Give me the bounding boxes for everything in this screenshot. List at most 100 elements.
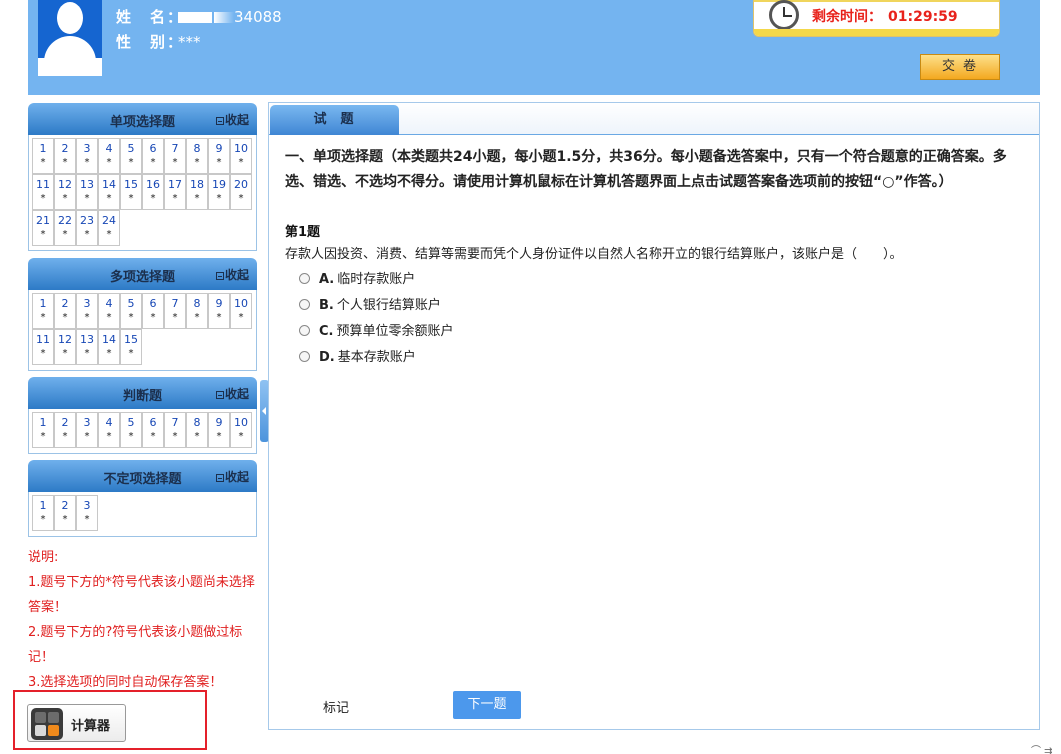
question-cell[interactable]: 20 * <box>230 174 252 210</box>
next-question-button[interactable]: 下一题 <box>453 691 521 719</box>
question-cell-number: 10 <box>234 416 248 429</box>
question-cell[interactable]: 1 * <box>32 293 54 329</box>
question-cell[interactable]: 9 * <box>208 293 230 329</box>
question-grid: 1 * 2 * 3 * <box>32 495 253 531</box>
question-cell-status: * <box>128 312 134 323</box>
question-cell-status: * <box>106 229 112 240</box>
minus-box-icon <box>215 473 224 482</box>
question-cell[interactable]: 2 * <box>54 412 76 448</box>
question-cell[interactable]: 15 * <box>120 174 142 210</box>
question-cell-status: * <box>150 157 156 168</box>
question-cell[interactable]: 11 * <box>32 329 54 365</box>
question-cell-number: 12 <box>58 333 72 346</box>
question-cell[interactable]: 3 * <box>76 412 98 448</box>
header-bar: 姓 名： 34088 性 别：*** 剩余时间： 01:29:59 交卷 <box>28 0 1040 95</box>
collapse-button[interactable]: 收起 <box>215 111 249 128</box>
question-cell[interactable]: 3 * <box>76 138 98 174</box>
collapse-button[interactable]: 收起 <box>215 468 249 485</box>
question-cell-number: 18 <box>190 178 204 191</box>
question-cell[interactable]: 5 * <box>120 293 142 329</box>
question-cell[interactable]: 8 * <box>186 412 208 448</box>
question-cell[interactable]: 6 * <box>142 412 164 448</box>
question-cell-number: 9 <box>215 142 223 155</box>
radio-icon[interactable] <box>299 325 310 336</box>
mark-question-button[interactable]: 标记 <box>323 697 349 716</box>
question-cell[interactable]: 7 * <box>164 138 186 174</box>
question-cell[interactable]: 24 * <box>98 210 120 246</box>
question-cell-number: 5 <box>127 142 135 155</box>
question-cell-status: * <box>194 157 200 168</box>
question-cell-status: * <box>62 514 68 525</box>
question-cell[interactable]: 5 * <box>120 138 142 174</box>
question-cell[interactable]: 6 * <box>142 293 164 329</box>
question-cell[interactable]: 13 * <box>76 329 98 365</box>
question-cell[interactable]: 10 * <box>230 412 252 448</box>
collapse-button[interactable]: 收起 <box>215 266 249 283</box>
question-cell[interactable]: 4 * <box>98 412 120 448</box>
minus-box-icon <box>215 271 224 280</box>
question-cell[interactable]: 8 * <box>186 138 208 174</box>
question-cell-number: 21 <box>36 214 50 227</box>
question-cell[interactable]: 5 * <box>120 412 142 448</box>
avatar <box>38 0 102 76</box>
question-cell[interactable]: 15 * <box>120 329 142 365</box>
panel-true-false: 判断题 收起 1 * 2 * 3 * 4 * 5 * 6 * 7 * 8 * 9 * 10 * <box>28 377 257 454</box>
question-cell[interactable]: 1 * <box>32 495 54 531</box>
name-value: 34088 <box>234 8 282 26</box>
minus-box-icon <box>215 390 224 399</box>
calculator-icon <box>31 708 63 740</box>
question-cell-number: 3 <box>83 297 91 310</box>
question-cell[interactable]: 7 * <box>164 412 186 448</box>
question-cell[interactable]: 19 * <box>208 174 230 210</box>
question-cell[interactable]: 3 * <box>76 495 98 531</box>
question-cell[interactable]: 1 * <box>32 138 54 174</box>
question-cell-status: * <box>150 193 156 204</box>
question-cell-number: 7 <box>171 416 179 429</box>
question-cell[interactable]: 17 * <box>164 174 186 210</box>
question-cell-status: * <box>62 348 68 359</box>
option-c[interactable]: C. 预算单位零余额账户 <box>299 320 454 339</box>
question-cell[interactable]: 7 * <box>164 293 186 329</box>
question-cell[interactable]: 9 * <box>208 412 230 448</box>
question-cell[interactable]: 2 * <box>54 495 76 531</box>
question-cell[interactable]: 13 * <box>76 174 98 210</box>
question-cell[interactable]: 22 * <box>54 210 76 246</box>
option-b[interactable]: B. 个人银行结算账户 <box>299 294 441 313</box>
question-cell[interactable]: 1 * <box>32 412 54 448</box>
question-cell[interactable]: 11 * <box>32 174 54 210</box>
radio-icon[interactable] <box>299 273 310 284</box>
calculator-button[interactable]: 计算器 <box>27 704 126 742</box>
question-cell[interactable]: 4 * <box>98 138 120 174</box>
question-cell[interactable]: 10 * <box>230 293 252 329</box>
question-cell[interactable]: 16 * <box>142 174 164 210</box>
question-cell[interactable]: 4 * <box>98 293 120 329</box>
radio-icon[interactable] <box>299 351 310 362</box>
question-cell[interactable]: 12 * <box>54 174 76 210</box>
exam-page: 姓 名： 34088 性 别：*** 剩余时间： 01:29:59 交卷 单项选择题… <box>0 0 1061 754</box>
collapse-button[interactable]: 收起 <box>215 385 249 402</box>
note-item: 2.题号下方的?符号代表该小题做过标记！ <box>28 625 243 665</box>
tab-questions[interactable]: 试题 <box>270 105 399 135</box>
option-a[interactable]: A. 临时存款账户 <box>299 268 415 287</box>
question-cell[interactable]: 21 * <box>32 210 54 246</box>
question-cell[interactable]: 12 * <box>54 329 76 365</box>
question-cell-number: 2 <box>61 297 69 310</box>
submit-exam-button[interactable]: 交卷 <box>920 54 1000 80</box>
question-cell[interactable]: 3 * <box>76 293 98 329</box>
option-d[interactable]: D. 基本存款账户 <box>299 346 416 365</box>
question-cell[interactable]: 2 * <box>54 138 76 174</box>
question-cell-number: 8 <box>193 416 201 429</box>
question-cell[interactable]: 14 * <box>98 329 120 365</box>
question-cell[interactable]: 14 * <box>98 174 120 210</box>
question-cell[interactable]: 18 * <box>186 174 208 210</box>
question-cell[interactable]: 8 * <box>186 293 208 329</box>
question-cell-status: * <box>216 431 222 442</box>
radio-icon[interactable] <box>299 299 310 310</box>
question-cell[interactable]: 9 * <box>208 138 230 174</box>
question-cell[interactable]: 6 * <box>142 138 164 174</box>
question-cell[interactable]: 2 * <box>54 293 76 329</box>
question-cell[interactable]: 10 * <box>230 138 252 174</box>
question-cell[interactable]: 23 * <box>76 210 98 246</box>
question-cell-number: 8 <box>193 142 201 155</box>
question-cell-status: * <box>84 431 90 442</box>
